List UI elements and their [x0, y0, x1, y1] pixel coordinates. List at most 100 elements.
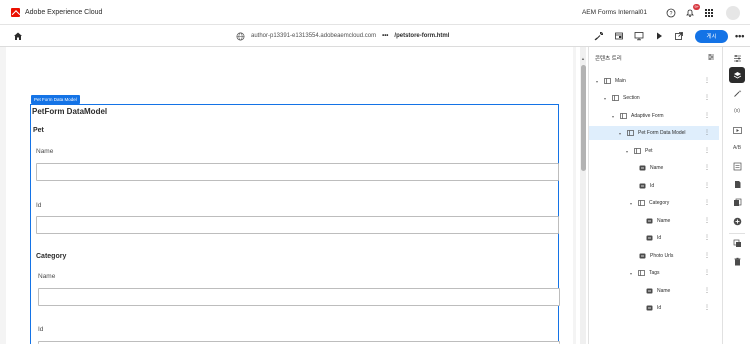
- home-button[interactable]: [11, 29, 25, 43]
- form-button[interactable]: [729, 158, 745, 174]
- text-field-icon: [638, 183, 646, 190]
- external-link-icon: [675, 32, 683, 40]
- open-page-button[interactable]: [672, 29, 686, 43]
- tree-item-section[interactable]: ▾ Section ⋮: [589, 91, 719, 105]
- container-icon: [619, 113, 627, 120]
- copy-button[interactable]: [729, 235, 745, 251]
- container-icon: [626, 130, 634, 137]
- chevron-down-icon[interactable]: ▾: [624, 149, 630, 154]
- form-title: PetForm DataModel: [32, 107, 108, 116]
- magic-wand-button[interactable]: [729, 85, 745, 101]
- home-icon: [14, 32, 22, 40]
- document-icon: [734, 180, 740, 188]
- more-vertical-icon[interactable]: ⋮: [704, 304, 710, 312]
- canvas-scrollbar[interactable]: ▲: [580, 47, 586, 344]
- tree-item-pet-form-data-model[interactable]: ▾ Pet Form Data Model ⋮: [589, 126, 719, 140]
- more-vertical-icon[interactable]: ⋮: [704, 147, 710, 155]
- delete-button[interactable]: [729, 253, 745, 269]
- tree-item-pet[interactable]: ▾ Pet ⋮: [589, 144, 719, 158]
- more-vertical-icon[interactable]: ⋮: [704, 164, 710, 172]
- apps-button[interactable]: [701, 5, 717, 21]
- chevron-down-icon[interactable]: ▾: [610, 114, 616, 119]
- url-host: author-p13391-e1313554.adobeaemcloud.com: [251, 33, 377, 39]
- brand[interactable]: Adobe Experience Cloud: [11, 7, 102, 17]
- text-field-icon: [645, 235, 653, 242]
- assets-button[interactable]: [729, 194, 745, 210]
- tree-item-category[interactable]: ▾ Category ⋮: [589, 196, 719, 210]
- tree-item-label: Main: [615, 78, 626, 84]
- container-icon: [603, 78, 611, 85]
- page-properties-button[interactable]: [612, 29, 626, 43]
- video-button[interactable]: [729, 122, 745, 138]
- tree-item-id[interactable]: Id ⋮: [589, 179, 719, 193]
- global-header: Adobe Experience Cloud AEM Forms Interna…: [0, 0, 750, 25]
- more-vertical-icon[interactable]: ⋮: [704, 77, 710, 85]
- tree-item-label: Id: [657, 235, 662, 241]
- sliders-icon: [733, 54, 741, 62]
- text-field-icon: [638, 253, 646, 260]
- more-vertical-icon[interactable]: ⋮: [704, 182, 710, 190]
- magic-wand-icon: [733, 89, 741, 97]
- tree-item-name[interactable]: Name ⋮: [589, 214, 719, 228]
- wrench-button[interactable]: [592, 29, 606, 43]
- assets-icon: [733, 198, 741, 206]
- chevron-down-icon[interactable]: ▾: [594, 79, 600, 84]
- more-vertical-icon[interactable]: ⋮: [704, 112, 710, 120]
- more-vertical-icon[interactable]: ⋮: [704, 269, 710, 277]
- more-vertical-icon[interactable]: ⋮: [704, 287, 710, 295]
- scroll-up-icon[interactable]: ▲: [580, 56, 586, 62]
- more-options-button[interactable]: •••: [735, 31, 744, 41]
- tree-item-label: Name: [650, 165, 664, 171]
- text-field-icon: [645, 305, 653, 312]
- tree-item-name[interactable]: Name ⋮: [589, 161, 719, 175]
- chevron-down-icon[interactable]: ▾: [617, 131, 623, 136]
- category-name-input[interactable]: [38, 288, 560, 306]
- publish-button[interactable]: 게시: [695, 29, 728, 43]
- tree-item-id[interactable]: Id ⋮: [589, 301, 719, 315]
- more-vertical-icon[interactable]: ⋮: [704, 234, 710, 242]
- component-badge[interactable]: Pet Form Data Model: [31, 95, 80, 104]
- org-switcher[interactable]: AEM Forms Internal01: [582, 9, 647, 16]
- document-button[interactable]: [729, 176, 745, 192]
- scrollbar-thumb[interactable]: [580, 65, 586, 171]
- tree-item-id[interactable]: Id ⋮: [589, 231, 719, 245]
- chevron-down-icon[interactable]: ▾: [602, 96, 608, 101]
- tree-item-adaptive-form[interactable]: ▾ Adaptive Form ⋮: [589, 109, 719, 123]
- url-more-button[interactable]: •••: [382, 33, 388, 39]
- section-category-title: Category: [36, 253, 67, 260]
- variables-button[interactable]: (x): [729, 103, 745, 119]
- chevron-down-icon[interactable]: ▾: [628, 271, 634, 276]
- tree-item-photo-urls[interactable]: Photo Urls ⋮: [589, 249, 719, 263]
- more-vertical-icon[interactable]: ⋮: [704, 199, 710, 207]
- properties-button[interactable]: [729, 50, 745, 66]
- device-preview-button[interactable]: [632, 29, 646, 43]
- rail-divider: [729, 233, 745, 234]
- id-input[interactable]: [36, 216, 559, 234]
- preview-button[interactable]: [652, 29, 666, 43]
- category-id-label: Id: [38, 326, 44, 333]
- more-vertical-icon[interactable]: ⋮: [704, 252, 710, 260]
- chevron-down-icon[interactable]: ▾: [628, 201, 634, 206]
- tree-item-label: Tags: [649, 270, 660, 276]
- notifications-button[interactable]: 9+: [682, 3, 700, 21]
- add-circle-icon: [733, 217, 741, 225]
- more-vertical-icon[interactable]: ⋮: [704, 217, 710, 225]
- tree-item-label: Id: [650, 183, 655, 189]
- ab-test-button[interactable]: A/B: [729, 140, 745, 156]
- tree-item-name[interactable]: Name ⋮: [589, 284, 719, 298]
- globe-icon: [236, 32, 245, 40]
- add-component-button[interactable]: [729, 213, 745, 229]
- container-icon: [633, 148, 641, 155]
- tree-item-tags[interactable]: ▾ Tags ⋮: [589, 266, 719, 280]
- help-button[interactable]: ?: [663, 5, 679, 21]
- name-input[interactable]: [36, 163, 559, 181]
- id-label: Id: [36, 202, 42, 209]
- filter-icon[interactable]: [707, 53, 715, 61]
- user-avatar[interactable]: [726, 5, 740, 20]
- tree-item-main[interactable]: ▾ Main ⋮: [589, 74, 719, 88]
- more-vertical-icon[interactable]: ⋮: [704, 129, 710, 137]
- apps-grid-icon: [705, 8, 713, 17]
- tree-item-label: Pet: [645, 148, 653, 154]
- more-vertical-icon[interactable]: ⋮: [704, 94, 710, 102]
- content-tree-button[interactable]: [729, 67, 745, 83]
